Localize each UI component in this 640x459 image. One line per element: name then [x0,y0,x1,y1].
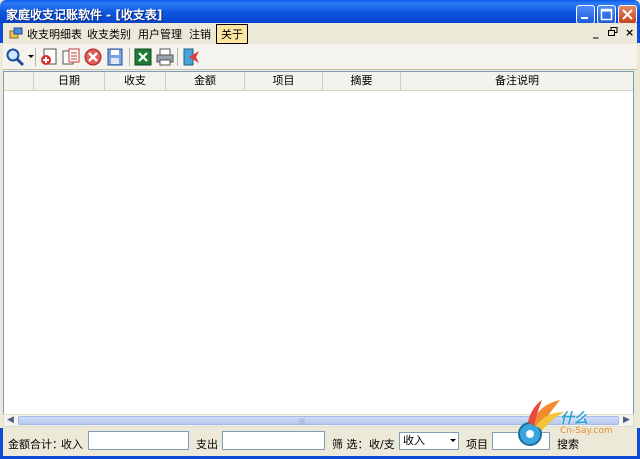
column-header-type[interactable]: 收支 [105,72,166,90]
income-label: 收入 [61,438,83,451]
column-header-date[interactable]: 日期 [34,72,105,90]
menu-income-detail[interactable]: 收支明细表 [27,26,82,42]
minimize-button[interactable] [576,5,595,24]
close-icon [622,9,633,20]
menu-user-management[interactable]: 用户管理 [138,26,182,42]
income-total-field[interactable] [88,431,189,450]
scroll-left-icon[interactable]: ◀ [4,415,17,426]
type-filter-label: 收/支 [369,438,395,451]
column-header-remarks[interactable]: 备注说明 [401,72,633,90]
watermark-text: 什么 [560,411,588,427]
mdi-close-button[interactable]: × [625,26,634,39]
total-label: 金额合计： [8,438,63,451]
save-icon[interactable] [105,47,125,67]
column-header-amount[interactable]: 金额 [166,72,245,90]
watermark-subtext: Cn-Say.com [560,426,613,436]
records-grid[interactable]: 日期 收支 金额 项目 摘要 备注说明 [3,71,634,415]
menu-bar: 收支明细表 收支类别 用户管理 注销 关于 _ × [0,23,640,44]
maximize-icon [600,8,613,21]
maximize-button[interactable] [597,5,616,24]
type-filter-value: 收入 [403,434,425,447]
filter-label: 筛 选： [332,438,369,451]
item-filter-label: 项目 [466,438,488,451]
grip-icon: ||| [299,418,306,425]
excel-export-icon[interactable] [133,47,153,67]
chevron-down-icon [450,439,456,442]
search-icon[interactable] [5,47,25,67]
minimize-icon [581,17,588,19]
toolbar [3,44,637,70]
add-record-icon[interactable] [39,47,59,67]
mdi-child-icon[interactable] [9,26,23,40]
menu-about[interactable]: 关于 [216,24,248,44]
column-header-summary[interactable]: 摘要 [323,72,401,90]
menu-logout[interactable]: 注销 [189,26,211,42]
expense-total-field[interactable] [222,431,325,450]
row-header-corner [4,72,34,90]
mdi-restore-button[interactable] [608,26,618,40]
window-title: 家庭收支记账软件 - [收支表] [6,8,163,22]
expense-label: 支出 [196,438,218,451]
exit-icon[interactable] [181,47,201,67]
print-icon[interactable] [155,47,175,67]
restore-icon [608,27,618,36]
column-header-item[interactable]: 项目 [245,72,323,90]
delete-icon[interactable] [83,47,103,67]
mdi-minimize-button[interactable]: _ [593,26,599,39]
menu-income-category[interactable]: 收支类别 [87,26,131,42]
grid-header: 日期 收支 金额 项目 摘要 备注说明 [4,72,633,91]
copy-record-icon[interactable] [61,47,81,67]
type-filter-select[interactable]: 收入 [399,432,459,450]
search-dropdown-icon[interactable] [28,55,34,58]
close-button[interactable] [618,5,637,24]
